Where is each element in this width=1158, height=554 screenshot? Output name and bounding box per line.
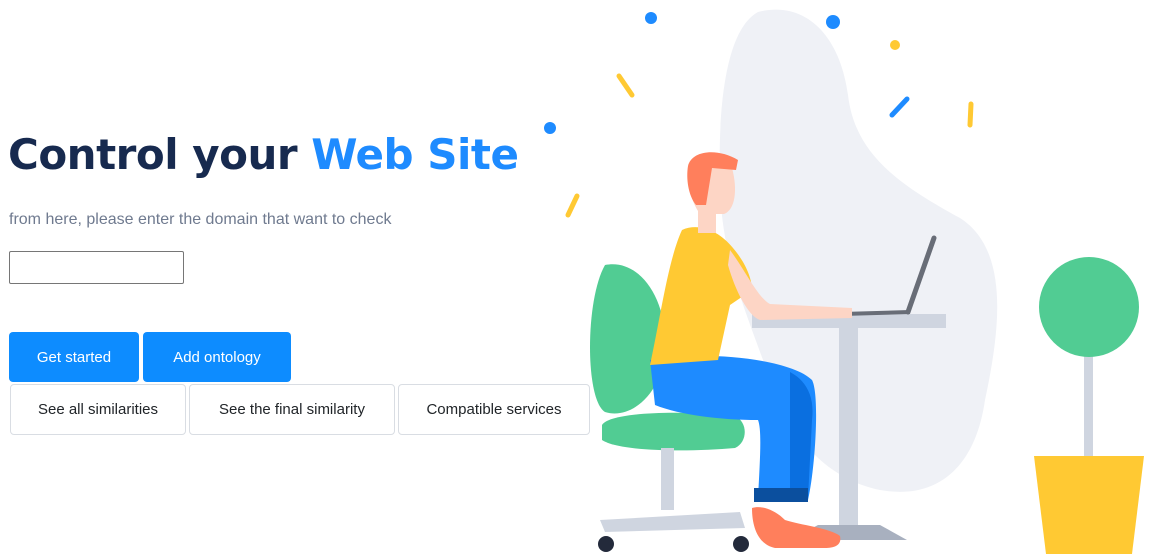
potted-plant [1034, 257, 1144, 554]
person-at-desk-illustration [544, 9, 1144, 554]
